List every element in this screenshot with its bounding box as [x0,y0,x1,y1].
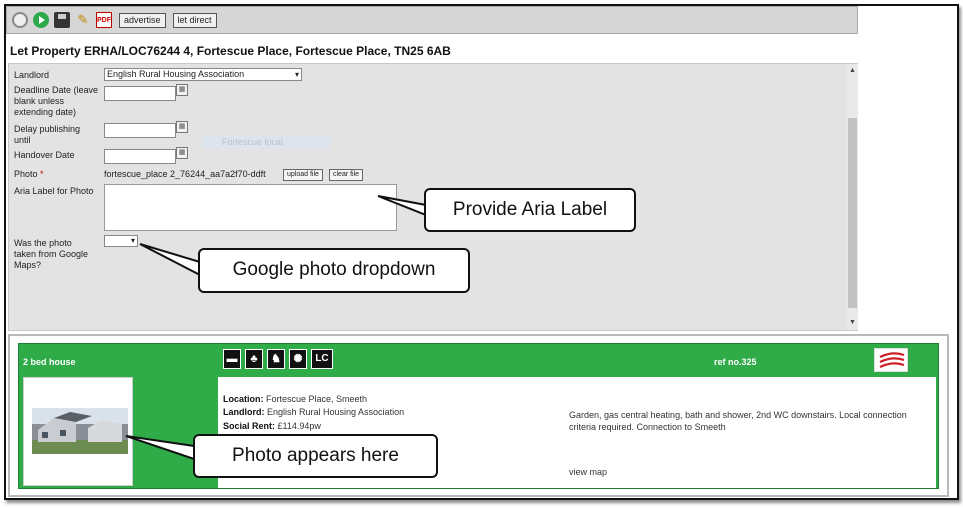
page-title: Let Property ERHA/LOC76244 4, Fortescue … [10,44,451,58]
heating-icon: ✺ [289,349,307,369]
deadline-date-input[interactable] [104,86,176,101]
landlord-select-value: English Rural Housing Association [107,69,245,79]
aria-label-textarea[interactable] [104,184,397,231]
brand-logo [874,348,908,372]
listing-preview: 2 bed house ▬ ♣ ♞ ✺ LC ref no.325 Locati… [8,334,949,497]
google-label-line1: Was the photo [14,238,72,248]
rent-label: Social Rent: [223,421,276,431]
listing-card: 2 bed house ▬ ♣ ♞ ✺ LC ref no.325 Locati… [18,343,939,489]
edit-icon[interactable]: ✎ [75,12,91,28]
pet-icon: ♞ [267,349,285,369]
bed-icon: ▬ [223,349,241,369]
google-label-line3: Maps? [14,260,42,270]
calendar-icon[interactable]: ▦ [176,147,188,159]
callout-google: Google photo dropdown [198,248,470,293]
callout-photo: Photo appears here [193,434,438,478]
brand-logo-icon [879,352,905,368]
chevron-down-icon: ▾ [130,236,135,245]
location-value: Fortescue Place, Smeeth [263,394,368,404]
save-icon[interactable] [54,12,70,28]
calendar-icon[interactable]: ▦ [176,84,188,96]
callout-aria: Provide Aria Label [424,188,636,232]
scroll-down-icon[interactable]: ▼ [847,318,858,328]
lc-icon: LC [311,349,333,369]
delay-publishing-input[interactable] [104,123,176,138]
google-photo-select[interactable]: ▾ [104,235,138,247]
listing-landlord-label: Landlord: [223,407,265,417]
delay-label-line2: until [14,135,31,145]
landlord-line: Landlord: English Rural Housing Associat… [223,407,404,417]
deadline-label-line3: extending date) [14,107,77,117]
form-scrollbar[interactable]: ▲ ▼ [847,64,858,330]
advertise-button[interactable]: advertise [119,12,166,28]
garden-icon: ♣ [245,349,263,369]
view-map-link[interactable]: view map [569,467,607,477]
let-direct-button[interactable]: let direct [172,12,217,28]
go-icon[interactable] [33,12,49,28]
clear-file-button[interactable]: clear file [329,169,364,181]
handover-date-input[interactable] [104,149,176,164]
landlord-label: Landlord [14,70,50,80]
upload-file-button[interactable]: upload file [283,169,323,181]
photo-label-text: Photo [14,169,38,179]
rent-line: Social Rent: £114.94pw [223,421,321,431]
scroll-thumb[interactable] [848,118,857,308]
location-line: Location: Fortescue Place, Smeeth [223,394,367,404]
aria-label-label: Aria Label for Photo [14,186,94,196]
rent-value: £114.94pw [275,421,321,431]
listing-photo-frame [23,377,133,486]
pdf-icon[interactable]: PDF [96,12,112,28]
ghost-tag: Fortescue local [202,135,330,149]
toolbar: ✎ PDF advertise let direct [6,6,858,34]
photo-label: Photo * [14,169,44,179]
landlord-select[interactable]: English Rural Housing Association ▾ [104,68,302,81]
deadline-label-line2: blank unless [14,96,65,106]
google-label-line2: taken from Google [14,249,89,259]
listing-ref: ref no.325 [714,357,757,367]
listing-title: 2 bed house [23,357,76,367]
back-circle-icon[interactable] [12,12,28,28]
location-label: Location: [223,394,264,404]
photo-filename: fortescue_place 2_76244_aa7a2f70-ddft [104,169,266,179]
delay-label-line1: Delay publishing [14,124,81,134]
handover-label: Handover Date [14,150,75,160]
listing-landlord-value: English Rural Housing Association [264,407,405,417]
deadline-label-line1: Deadline Date (leave [14,85,99,95]
required-marker: * [40,169,44,179]
chevron-down-icon: ▾ [294,70,299,79]
house-photo [32,408,128,454]
scroll-up-icon[interactable]: ▲ [847,66,858,76]
listing-description: Garden, gas central heating, bath and sh… [569,410,907,432]
calendar-icon[interactable]: ▦ [176,121,188,133]
